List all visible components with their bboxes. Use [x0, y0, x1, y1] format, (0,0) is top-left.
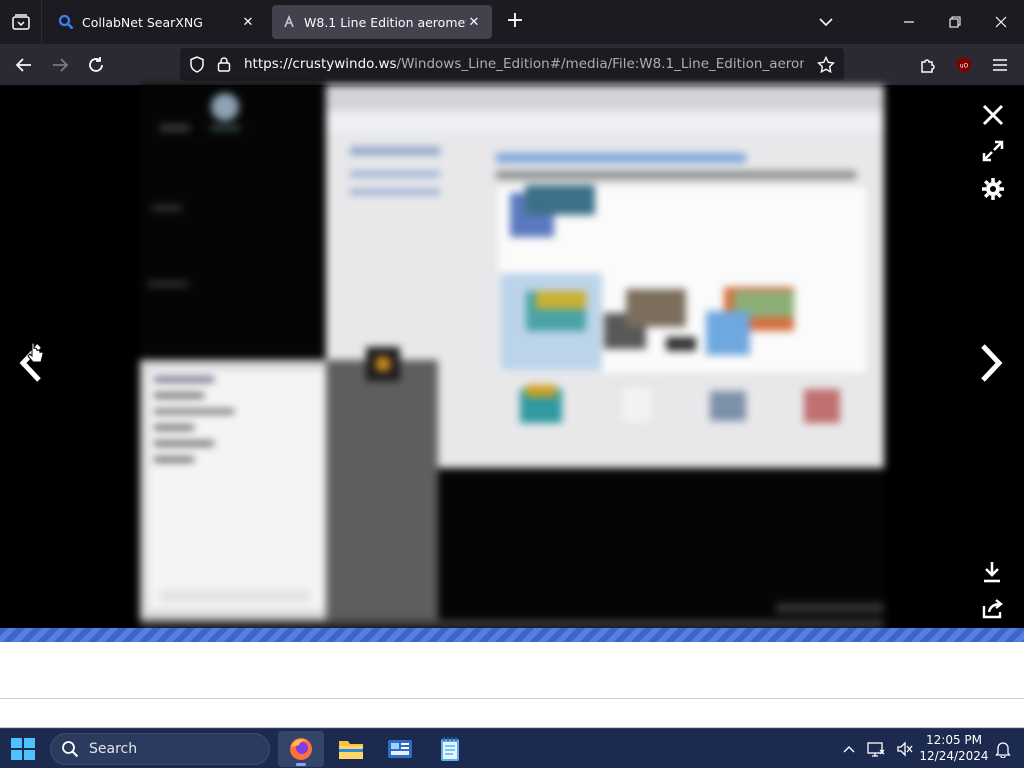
taskbar-file-explorer[interactable]	[328, 731, 374, 767]
search-icon	[58, 14, 74, 30]
close-icon	[995, 16, 1007, 28]
taskbar-search-box[interactable]: Search	[50, 733, 270, 765]
ublock-button[interactable]: uO	[949, 50, 979, 80]
tab-list-button[interactable]	[0, 0, 42, 44]
share-icon	[982, 599, 1003, 619]
forward-arrow-icon	[53, 58, 69, 72]
network-status-button[interactable]	[866, 739, 886, 759]
media-image	[140, 85, 884, 628]
forward-button[interactable]	[45, 50, 75, 80]
tab-searxng[interactable]: CollabNet SearXNG ✕	[48, 5, 266, 39]
bell-icon	[995, 742, 1011, 758]
reload-icon	[89, 57, 103, 72]
close-viewer-button[interactable]	[973, 95, 1013, 135]
control-panel-icon	[388, 740, 412, 758]
tab-title: CollabNet SearXNG	[82, 14, 203, 30]
minimize-button[interactable]	[886, 0, 932, 44]
back-arrow-icon	[15, 58, 31, 72]
speaker-muted-icon	[897, 741, 913, 757]
chevron-down-icon	[819, 18, 833, 27]
url-bar[interactable]: https://crustywindo.ws/Windows_Line_Edit…	[180, 48, 844, 81]
start-button[interactable]	[10, 737, 36, 761]
folder-icon	[339, 741, 363, 759]
puzzle-icon	[921, 59, 935, 73]
tab-title: W8.1 Line Edition aerometro lig	[304, 14, 466, 30]
windows-taskbar: Search 12:05 PM 12/24/2024	[0, 728, 1024, 768]
expand-icon	[982, 140, 1004, 162]
search-icon	[62, 741, 79, 758]
app-menu-button[interactable]	[985, 50, 1015, 80]
reload-button[interactable]	[81, 50, 111, 80]
navigation-toolbar: https://crustywindo.ws/Windows_Line_Edit…	[0, 44, 1024, 85]
lock-icon[interactable]	[217, 56, 231, 72]
chevron-right-icon	[981, 344, 1003, 382]
network-icon	[867, 742, 885, 757]
tab-bar: CollabNet SearXNG ✕ W8.1 Line Edition ae…	[0, 0, 1024, 44]
new-tab-button[interactable]: +	[502, 8, 528, 36]
viewer-settings-button[interactable]	[973, 169, 1013, 209]
url-text[interactable]: https://crustywindo.ws/Windows_Line_Edit…	[244, 56, 804, 72]
next-image-button[interactable]	[972, 343, 1012, 383]
page-content-area	[0, 642, 1024, 728]
url-host: https://crustywindo.ws	[244, 56, 397, 72]
star-icon[interactable]	[817, 56, 835, 74]
tracking-shield-icon[interactable]	[189, 56, 205, 73]
tab-list-icon	[11, 14, 30, 30]
chevron-up-icon	[843, 746, 855, 753]
tab-close-button[interactable]: ✕	[240, 15, 256, 30]
taskbar-firefox[interactable]	[278, 731, 324, 767]
list-all-tabs-button[interactable]	[814, 10, 838, 34]
hamburger-icon	[993, 59, 1007, 71]
svg-text:uO: uO	[960, 63, 969, 70]
taskbar-app-window[interactable]	[377, 731, 423, 767]
media-viewer	[0, 85, 1024, 628]
share-button[interactable]	[973, 589, 1013, 629]
firefox-icon	[290, 738, 312, 760]
notifications-button[interactable]	[993, 739, 1013, 759]
notepad-icon	[441, 737, 459, 761]
restore-button[interactable]	[932, 0, 978, 44]
wiki-favicon-icon	[284, 15, 294, 28]
close-icon	[982, 104, 1004, 126]
taskbar-notepad[interactable]	[427, 731, 473, 767]
close-window-button[interactable]	[978, 0, 1024, 44]
url-path: /Windows_Line_Edition#/media/File:W8.1_L…	[396, 56, 804, 72]
tab-w81-line-edition[interactable]: W8.1 Line Edition aerometro lig ✕	[272, 5, 492, 39]
gear-icon	[982, 178, 1004, 200]
ublock-icon: uO	[957, 57, 971, 73]
fullscreen-button[interactable]	[973, 131, 1013, 171]
mouse-pointer-icon	[27, 342, 44, 363]
download-button[interactable]	[972, 552, 1012, 592]
back-button[interactable]	[9, 50, 39, 80]
volume-button[interactable]	[895, 739, 915, 759]
minimize-icon	[904, 21, 914, 23]
divider	[0, 698, 1024, 699]
restore-icon	[949, 16, 961, 28]
extensions-button[interactable]	[913, 50, 943, 80]
clock-time: 12:05 PM	[926, 733, 982, 747]
tab-close-button[interactable]: ✕	[466, 15, 482, 30]
page-banner-stripe	[0, 628, 1024, 642]
search-placeholder: Search	[89, 741, 138, 757]
show-hidden-icons-button[interactable]	[839, 739, 859, 759]
system-clock[interactable]: 12:05 PM 12/24/2024	[918, 732, 990, 764]
clock-date: 12/24/2024	[919, 749, 989, 763]
windows-logo-icon	[11, 738, 35, 760]
blurred-screenshot-image	[140, 85, 884, 628]
active-indicator	[296, 763, 306, 766]
download-icon	[984, 562, 1000, 583]
